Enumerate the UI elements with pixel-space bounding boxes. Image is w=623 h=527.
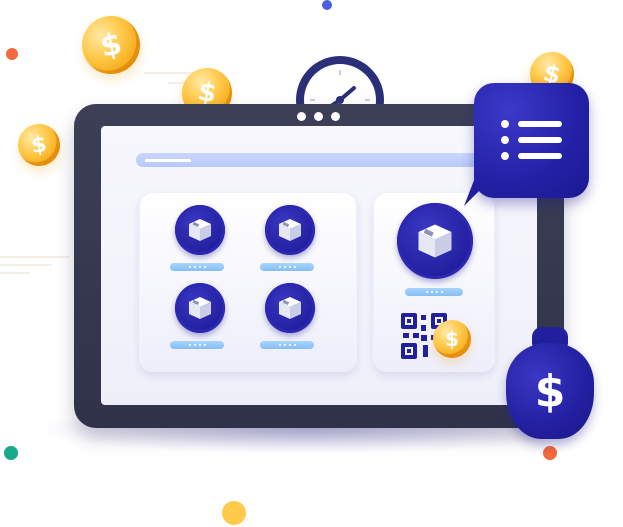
box-glyph xyxy=(189,219,211,241)
list-bullet xyxy=(501,120,509,128)
camera-dot xyxy=(314,112,323,121)
list-line xyxy=(518,153,562,159)
box-glyph xyxy=(279,219,301,241)
teal-decor-dot xyxy=(4,446,18,460)
speed-streak xyxy=(0,256,70,258)
speed-streak xyxy=(0,272,30,274)
camera-dot xyxy=(297,112,306,121)
list-bullet xyxy=(501,152,509,160)
product-label-bar xyxy=(170,263,224,271)
orange-decor-dot xyxy=(6,48,18,60)
box-glyph xyxy=(418,224,452,258)
camera-dot xyxy=(331,112,340,121)
coin-symbol: $ xyxy=(29,131,49,159)
list-menu-icon xyxy=(474,83,589,198)
blue-decor-dot xyxy=(322,0,332,10)
product-label-bar xyxy=(170,341,224,349)
product-box-icon xyxy=(265,283,315,333)
speed-streak xyxy=(0,264,52,266)
box-glyph xyxy=(279,297,301,319)
gold-decor-dot xyxy=(222,501,246,525)
product-box-icon xyxy=(175,205,225,255)
list-line xyxy=(518,121,562,127)
product-box-icon xyxy=(175,283,225,333)
product-label-bar xyxy=(405,288,463,296)
product-label-bar xyxy=(260,341,314,349)
coin-symbol: $ xyxy=(445,327,459,351)
coin-dollar-icon: $ xyxy=(76,10,146,80)
money-bag-icon: $ xyxy=(506,343,594,439)
search-bar-highlight xyxy=(145,159,191,162)
coin-dollar-icon: $ xyxy=(433,320,471,358)
product-box-icon xyxy=(397,203,473,279)
coin-symbol: $ xyxy=(97,25,125,65)
list-bullet xyxy=(501,136,509,144)
money-bag-symbol: $ xyxy=(534,365,566,417)
list-line xyxy=(518,137,562,143)
box-glyph xyxy=(189,297,211,319)
product-box-icon xyxy=(265,205,315,255)
coin-dollar-icon: $ xyxy=(15,121,63,169)
product-label-bar xyxy=(260,263,314,271)
